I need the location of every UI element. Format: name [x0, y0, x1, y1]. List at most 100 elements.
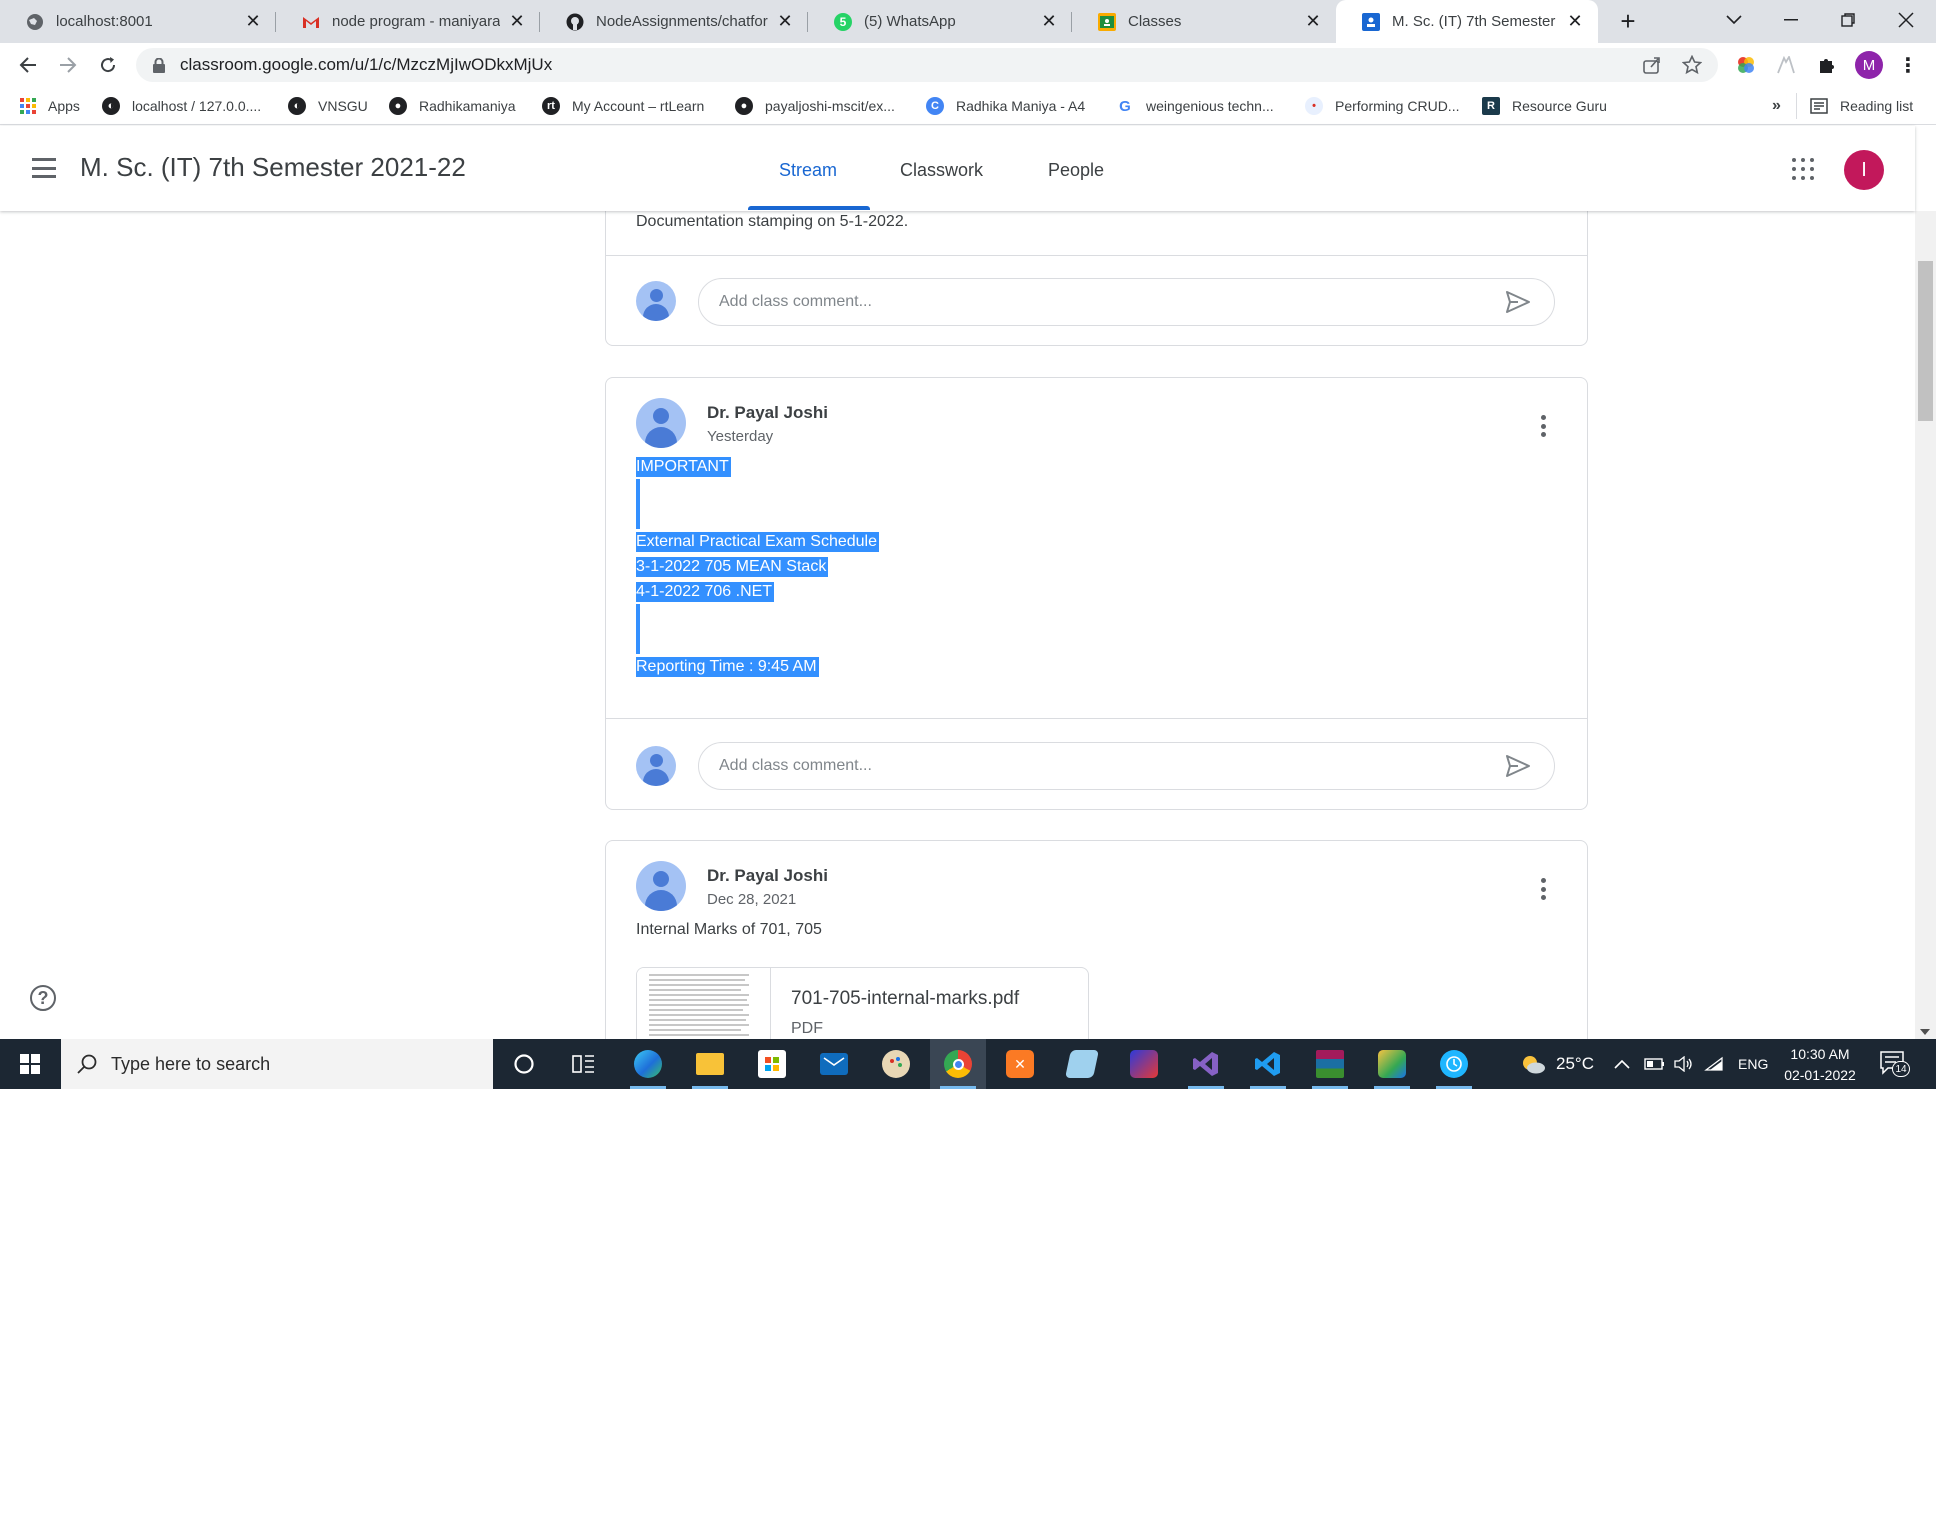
class-title[interactable]: M. Sc. (IT) 7th Semester 2021-22	[80, 152, 466, 183]
snipping-tool-icon[interactable]	[1364, 1039, 1420, 1089]
weather-widget[interactable]: 25°C	[1520, 1039, 1594, 1089]
send-icon[interactable]	[1504, 752, 1532, 780]
browser-tab[interactable]: node program - maniyaradh ✕	[276, 0, 540, 43]
chrome-icon[interactable]	[930, 1039, 986, 1089]
help-icon[interactable]: ?	[30, 985, 56, 1011]
bookmark-weingenious[interactable]: G weingenious techn...	[1116, 95, 1274, 117]
scroll-down-arrow[interactable]	[1920, 1029, 1930, 1035]
close-icon[interactable]: ✕	[1304, 11, 1322, 31]
battery-icon[interactable]	[1644, 1039, 1666, 1089]
vertical-scrollbar[interactable]	[1915, 211, 1936, 1039]
post-line-blank	[636, 479, 879, 504]
browser-tab[interactable]: localhost:8001 ✕	[0, 0, 276, 43]
post-line-blank	[636, 604, 879, 629]
color-extension-icon[interactable]	[1732, 51, 1760, 79]
author-avatar	[636, 861, 686, 911]
account-avatar[interactable]: I	[1844, 150, 1884, 190]
post-text: Documentation stamping on 5-1-2022.	[636, 213, 909, 230]
bookmark-resource-guru[interactable]: R Resource Guru	[1482, 95, 1607, 117]
input-language[interactable]: ENG	[1738, 1039, 1768, 1089]
bookmark-apps[interactable]: Apps	[20, 95, 80, 117]
scrollbar-thumb[interactable]	[1918, 261, 1933, 421]
chrome-menu-icon[interactable]: ⋮	[1894, 51, 1922, 79]
class-comment-input[interactable]: Add class comment...	[698, 278, 1555, 326]
bookmark-radhika-maniya-a4[interactable]: C Radhika Maniya - A4	[926, 95, 1085, 117]
tab-title: M. Sc. (IT) 7th Semester 2021	[1392, 13, 1558, 30]
wifi-icon[interactable]	[1704, 1039, 1724, 1089]
bookmark-label: Performing CRUD...	[1335, 98, 1460, 114]
bookmark-label: Resource Guru	[1512, 98, 1607, 114]
close-icon[interactable]: ✕	[244, 11, 262, 31]
paint-icon[interactable]	[868, 1039, 924, 1089]
tab-people[interactable]: People	[1048, 160, 1104, 181]
xampp-icon[interactable]: ✕	[992, 1039, 1048, 1089]
apps-grid-icon	[20, 98, 36, 114]
puzzle-extensions-icon[interactable]	[1813, 51, 1841, 79]
close-icon[interactable]: ✕	[1040, 11, 1058, 31]
start-button[interactable]	[0, 1039, 60, 1089]
close-icon[interactable]: ✕	[1566, 11, 1584, 31]
weather-partly-cloudy-icon	[1523, 1056, 1545, 1074]
new-tab-button[interactable]: +	[1612, 5, 1644, 37]
google-apps-icon[interactable]	[1792, 158, 1814, 180]
close-icon[interactable]: ✕	[776, 11, 794, 31]
restore-button[interactable]	[1820, 0, 1876, 40]
cortana-icon[interactable]	[496, 1039, 552, 1089]
bookmark-performing-crud[interactable]: • Performing CRUD...	[1305, 95, 1459, 117]
reading-list-button[interactable]: Reading list	[1810, 95, 1913, 117]
bookmark-localhost[interactable]: ◐ localhost / 127.0.0....	[102, 95, 261, 117]
github-icon	[566, 13, 584, 31]
browser-tab[interactable]: Classes ✕	[1072, 0, 1336, 43]
microsoft-store-icon[interactable]	[744, 1039, 800, 1089]
profile-avatar[interactable]: M	[1855, 51, 1883, 79]
edge-icon[interactable]	[620, 1039, 676, 1089]
back-button[interactable]	[12, 49, 44, 81]
class-comment-input[interactable]: Add class comment...	[698, 742, 1555, 790]
tab-search-icon[interactable]	[1706, 0, 1762, 40]
bookmark-star-icon[interactable]	[1678, 51, 1706, 79]
post-text: Internal Marks of 701, 705	[636, 921, 822, 938]
notepad-icon[interactable]	[1054, 1039, 1110, 1089]
bookmark-radhikamaniya[interactable]: ● Radhikamaniya	[389, 95, 516, 117]
globe-icon: ◐	[288, 97, 306, 115]
tab-stream[interactable]: Stream	[779, 160, 837, 181]
post-line-blank	[636, 504, 879, 529]
bookmark-vnsgu[interactable]: ◐ VNSGU	[288, 95, 368, 117]
address-bar[interactable]: classroom.google.com/u/1/c/MzczMjIwODkxM…	[136, 48, 1718, 82]
more-bookmarks-button[interactable]: »	[1772, 95, 1781, 117]
share-icon[interactable]	[1638, 51, 1666, 79]
minimize-button[interactable]	[1763, 0, 1819, 40]
visual-studio-icon[interactable]	[1178, 1039, 1234, 1089]
main-menu-icon[interactable]	[28, 154, 60, 182]
hidden-icons-chevron[interactable]	[1614, 1039, 1630, 1089]
file-explorer-icon[interactable]	[682, 1039, 738, 1089]
bookmark-payaljoshi-mscit[interactable]: ● payaljoshi-mscit/ex...	[735, 95, 895, 117]
mail-icon[interactable]	[806, 1039, 862, 1089]
attachment-card[interactable]: 701-705-internal-marks.pdf PDF	[636, 967, 1089, 1039]
send-icon[interactable]	[1504, 288, 1532, 316]
forward-button[interactable]	[52, 49, 84, 81]
browser-tab-active[interactable]: M. Sc. (IT) 7th Semester 2021 ✕	[1336, 0, 1598, 43]
bookmark-label: Radhikamaniya	[419, 98, 516, 114]
taskbar-search[interactable]: Type here to search	[61, 1039, 493, 1089]
tab-classwork[interactable]: Classwork	[900, 160, 983, 181]
classroom-icon	[1098, 12, 1116, 31]
taskbar-clock[interactable]: 10:30 AM 02-01-2022	[1772, 1044, 1868, 1086]
notification-center-icon[interactable]: 14	[1880, 1051, 1910, 1077]
vscode-icon[interactable]	[1240, 1039, 1296, 1089]
photoshop-like-icon[interactable]	[1116, 1039, 1172, 1089]
close-window-button[interactable]	[1878, 0, 1934, 40]
task-view-icon[interactable]	[556, 1039, 612, 1089]
more-options-icon[interactable]	[1541, 878, 1547, 900]
close-icon[interactable]: ✕	[508, 11, 526, 31]
browser-tab[interactable]: 5 (5) WhatsApp ✕	[808, 0, 1072, 43]
clock-app-icon[interactable]	[1426, 1039, 1482, 1089]
bookmark-rtlearn[interactable]: rt My Account – rtLearn	[542, 95, 704, 117]
volume-icon[interactable]	[1674, 1039, 1694, 1089]
browser-tab[interactable]: NodeAssignments/chatform ✕	[540, 0, 808, 43]
tab-title: (5) WhatsApp	[864, 13, 956, 30]
winrar-icon[interactable]	[1302, 1039, 1358, 1089]
extension-icon[interactable]	[1772, 51, 1800, 79]
more-options-icon[interactable]	[1541, 415, 1547, 437]
reload-button[interactable]	[92, 49, 124, 81]
